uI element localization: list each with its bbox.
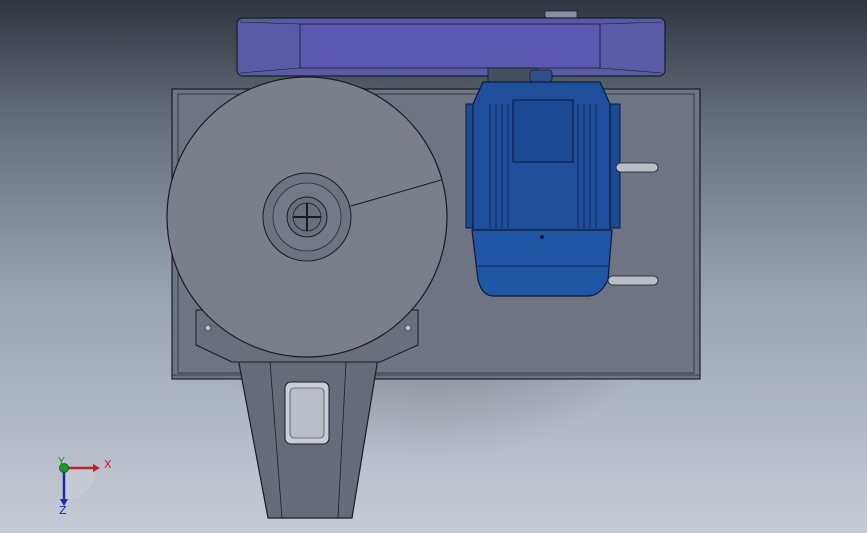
belt-guard	[236, 10, 666, 77]
y-axis-label: Y	[57, 455, 65, 468]
x-axis-label: X	[104, 458, 112, 471]
cad-viewport[interactable]: X Y Z	[0, 0, 867, 533]
z-axis-label: Z	[59, 504, 67, 517]
coordinate-triad: X Y Z	[57, 455, 112, 517]
electric-motor	[465, 81, 621, 297]
tool-rest-bracket	[237, 357, 379, 519]
grinding-disc	[166, 76, 448, 358]
grinder-assembly-top-view: X Y Z	[57, 10, 701, 519]
